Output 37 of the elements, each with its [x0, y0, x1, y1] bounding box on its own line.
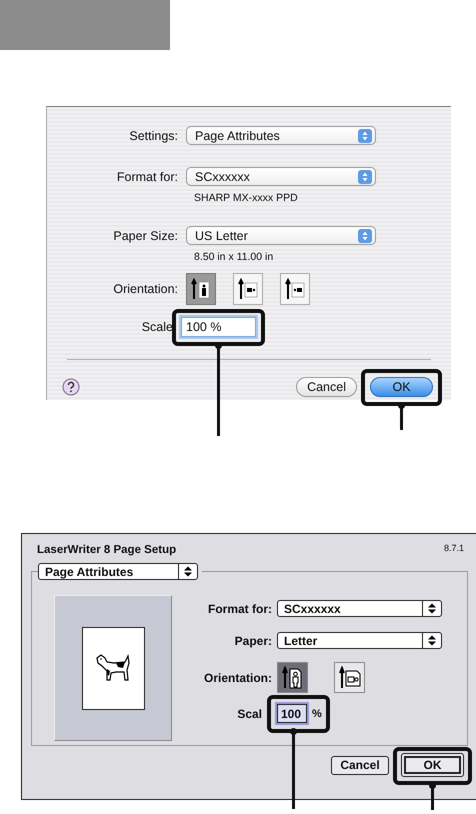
popup-menu[interactable]: Page Attributes: [186, 126, 376, 145]
popup-menu[interactable]: Letter: [277, 632, 442, 649]
dialog-button[interactable]: Cancel: [331, 756, 389, 774]
field-label: Settings:: [128, 128, 179, 142]
leader-line: [431, 786, 434, 810]
field-label: Paper:: [234, 634, 273, 648]
popup-menu[interactable]: Page Attributes: [38, 563, 198, 580]
field-label: Orientation:: [203, 670, 273, 684]
stepper-icon: [358, 128, 372, 142]
scale-field[interactable]: 100: [277, 704, 307, 723]
popup-menu[interactable]: SCxxxxxx: [277, 600, 442, 617]
orientation-button[interactable]: [280, 273, 310, 305]
dialog-button[interactable]: OK: [370, 377, 433, 397]
version-label: 8.7.1: [444, 543, 464, 555]
dialog-button[interactable]: Cancel: [296, 377, 357, 397]
dialog-button[interactable]: OK: [401, 753, 464, 777]
orientation-button[interactable]: [334, 662, 365, 693]
unit-label: %: [312, 708, 322, 720]
detail-text: 8.50 in x 11.00 in: [194, 251, 274, 263]
field-label: Scale: [140, 320, 174, 334]
field-label: Format for:: [116, 170, 179, 184]
field-label: Paper Size:: [112, 228, 179, 242]
orientation-button[interactable]: [186, 273, 216, 305]
popup-menu[interactable]: SCxxxxxx: [186, 167, 376, 186]
scale-field[interactable]: 100 %: [181, 317, 256, 337]
help-icon[interactable]: [62, 378, 80, 396]
stepper-icon: [358, 228, 372, 242]
orientation-button[interactable]: [277, 662, 308, 693]
stepper-icon: [358, 170, 372, 184]
field-label: Orientation:: [112, 282, 179, 296]
detail-text: SHARP MX-xxxx PPD: [194, 192, 299, 204]
orientation-button[interactable]: [233, 273, 263, 305]
leader-line: [400, 406, 403, 430]
field-label: Scal: [236, 706, 263, 720]
popup-menu[interactable]: US Letter: [186, 226, 376, 245]
field-label: Format for:: [207, 602, 273, 616]
window-title: LaserWriter 8 Page Setup: [37, 544, 176, 558]
